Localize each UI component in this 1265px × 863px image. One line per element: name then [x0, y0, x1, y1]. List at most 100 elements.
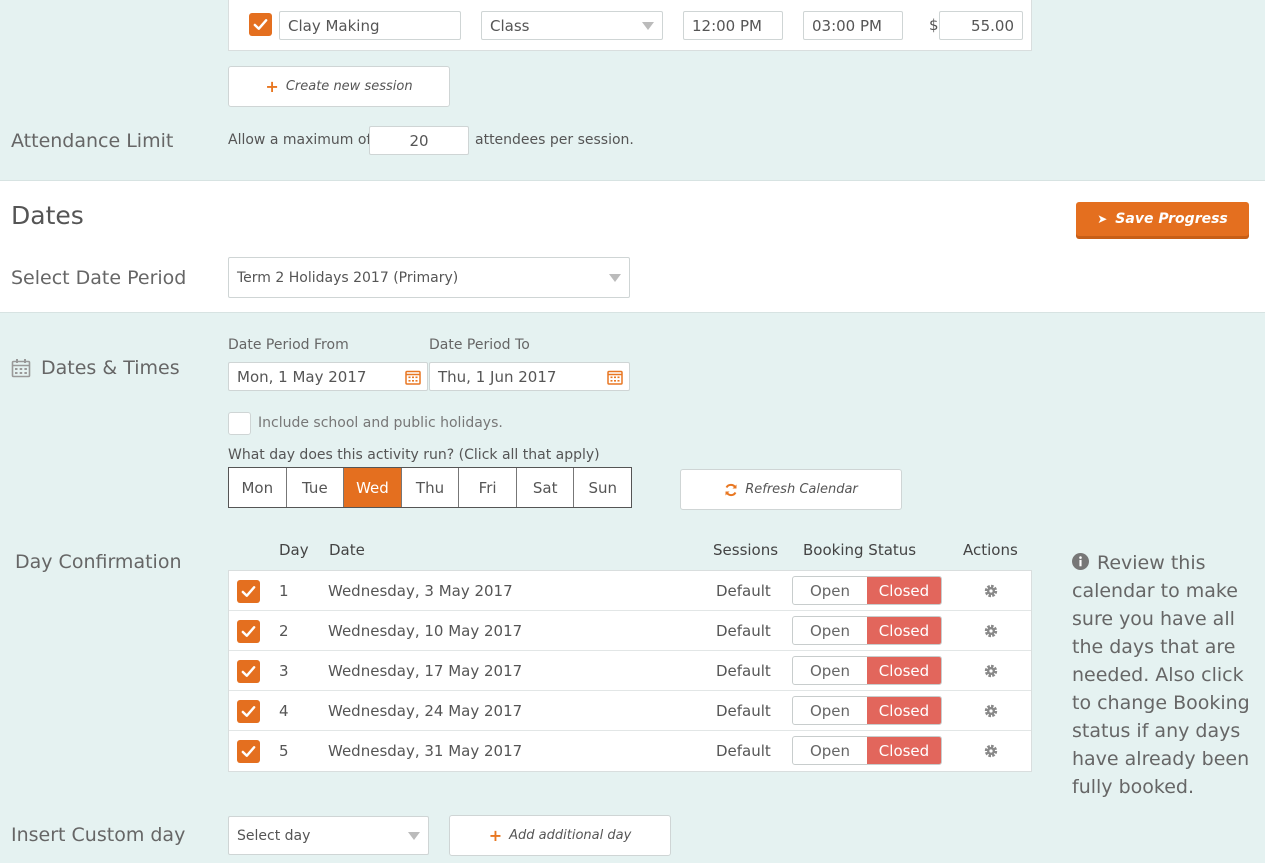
date-period-select[interactable]: Term 2 Holidays 2017 (Primary) — [228, 257, 630, 298]
row-day-number: 3 — [279, 662, 289, 680]
check-icon — [253, 19, 268, 30]
custom-day-select[interactable]: Select day — [228, 816, 429, 855]
session-name-input[interactable]: Clay Making — [279, 11, 461, 40]
chevron-down-icon — [642, 21, 654, 30]
booking-open-option[interactable]: Open — [793, 697, 867, 724]
row-date: Wednesday, 3 May 2017 — [328, 582, 513, 600]
session-type-select[interactable]: Class — [481, 11, 663, 40]
row-day-number: 5 — [279, 742, 289, 760]
refresh-calendar-button[interactable]: Refresh Calendar — [680, 469, 902, 510]
row-date: Wednesday, 31 May 2017 — [328, 742, 523, 760]
column-header-date: Date — [329, 541, 365, 559]
day-sun-button[interactable]: Sun — [574, 468, 631, 507]
booking-closed-option[interactable]: Closed — [867, 657, 941, 684]
table-row: 1 Wednesday, 3 May 2017 Default Open Clo… — [229, 571, 1031, 611]
day-mon-button[interactable]: Mon — [229, 468, 287, 507]
session-checkbox[interactable] — [249, 13, 272, 36]
arrow-right-icon: ➤ — [1097, 212, 1108, 226]
include-holidays-label: Include school and public holidays. — [258, 415, 503, 431]
create-session-button[interactable]: + Create new session — [228, 66, 450, 107]
gear-icon[interactable] — [983, 663, 999, 679]
row-sessions: Default — [716, 662, 771, 680]
day-fri-button[interactable]: Fri — [459, 468, 517, 507]
price-input[interactable]: 55.00 — [939, 11, 1023, 40]
gear-icon[interactable] — [983, 623, 999, 639]
column-header-booking-status: Booking Status — [803, 541, 917, 559]
save-progress-button[interactable]: ➤ Save Progress — [1076, 202, 1249, 236]
row-sessions: Default — [716, 702, 771, 720]
session-row: Clay Making Class 12:00 PM 03:00 PM $ 55… — [228, 0, 1032, 51]
booking-closed-option[interactable]: Closed — [867, 617, 941, 644]
chevron-down-icon — [609, 273, 621, 282]
date-from-label: Date Period From — [228, 337, 349, 353]
row-sessions: Default — [716, 582, 771, 600]
dates-section: Dates ➤ Save Progress Select Date Period… — [0, 180, 1265, 313]
refresh-icon — [725, 483, 737, 496]
include-holidays-checkbox[interactable] — [228, 412, 251, 435]
row-day-number: 2 — [279, 622, 289, 640]
day-row-checkbox[interactable] — [237, 700, 260, 723]
day-row-checkbox[interactable] — [237, 620, 260, 643]
day-wed-button[interactable]: Wed — [344, 468, 402, 507]
gear-icon[interactable] — [983, 743, 999, 759]
day-tue-button[interactable]: Tue — [287, 468, 345, 507]
date-to-input[interactable]: Thu, 1 Jun 2017 — [429, 362, 630, 391]
check-icon — [241, 586, 256, 597]
table-row: 5 Wednesday, 31 May 2017 Default Open Cl… — [229, 731, 1031, 771]
day-thu-button[interactable]: Thu — [402, 468, 460, 507]
column-header-actions: Actions — [963, 541, 1018, 559]
date-to-label: Date Period To — [429, 337, 530, 353]
booking-status-toggle: Open Closed — [792, 576, 942, 605]
calendar-icon — [607, 370, 623, 385]
session-section: Clay Making Class 12:00 PM 03:00 PM $ 55… — [0, 0, 1265, 180]
row-date: Wednesday, 10 May 2017 — [328, 622, 523, 640]
column-header-sessions: Sessions — [713, 541, 779, 559]
dates-times-label-group: Dates & Times — [11, 357, 180, 379]
custom-day-label: Insert Custom day — [11, 824, 186, 846]
gear-icon[interactable] — [983, 703, 999, 719]
gear-icon[interactable] — [983, 583, 999, 599]
check-icon — [241, 706, 256, 717]
table-row: 3 Wednesday, 17 May 2017 Default Open Cl… — [229, 651, 1031, 691]
booking-status-toggle: Open Closed — [792, 696, 942, 725]
add-additional-day-button[interactable]: + Add additional day — [449, 815, 671, 856]
attendance-limit-label: Attendance Limit — [11, 130, 174, 152]
attendance-limit-input[interactable]: 20 — [369, 126, 469, 155]
table-row: 4 Wednesday, 24 May 2017 Default Open Cl… — [229, 691, 1031, 731]
table-row: 2 Wednesday, 10 May 2017 Default Open Cl… — [229, 611, 1031, 651]
day-selector: Mon Tue Wed Thu Fri Sat Sun — [228, 467, 632, 508]
start-time-input[interactable]: 12:00 PM — [683, 11, 783, 40]
row-date: Wednesday, 17 May 2017 — [328, 662, 523, 680]
attendance-prefix: Allow a maximum of — [228, 132, 372, 148]
calendar-icon — [405, 370, 421, 385]
booking-status-toggle: Open Closed — [792, 616, 942, 645]
day-confirmation-label: Day Confirmation — [15, 551, 182, 573]
check-icon — [241, 626, 256, 637]
currency-symbol: $ — [929, 16, 939, 34]
booking-closed-option[interactable]: Closed — [867, 577, 941, 604]
calendar-info-note: Review this calendar to make sure you ha… — [1072, 552, 1250, 798]
booking-open-option[interactable]: Open — [793, 737, 867, 764]
column-header-day: Day — [279, 541, 309, 559]
day-row-checkbox[interactable] — [237, 660, 260, 683]
booking-open-option[interactable]: Open — [793, 617, 867, 644]
day-confirmation-table: 1 Wednesday, 3 May 2017 Default Open Clo… — [228, 570, 1032, 772]
dates-heading: Dates — [11, 201, 84, 230]
row-day-number: 1 — [279, 582, 289, 600]
row-day-number: 4 — [279, 702, 289, 720]
info-icon — [1072, 553, 1089, 570]
dates-times-label: Dates & Times — [41, 357, 180, 379]
row-sessions: Default — [716, 742, 771, 760]
booking-open-option[interactable]: Open — [793, 577, 867, 604]
booking-status-toggle: Open Closed — [792, 656, 942, 685]
booking-closed-option[interactable]: Closed — [867, 737, 941, 764]
day-sat-button[interactable]: Sat — [517, 468, 575, 507]
date-from-input[interactable]: Mon, 1 May 2017 — [228, 362, 428, 391]
plus-icon: + — [488, 826, 503, 845]
day-row-checkbox[interactable] — [237, 740, 260, 763]
day-row-checkbox[interactable] — [237, 580, 260, 603]
booking-closed-option[interactable]: Closed — [867, 697, 941, 724]
date-period-label: Select Date Period — [11, 267, 187, 289]
booking-open-option[interactable]: Open — [793, 657, 867, 684]
end-time-input[interactable]: 03:00 PM — [803, 11, 903, 40]
